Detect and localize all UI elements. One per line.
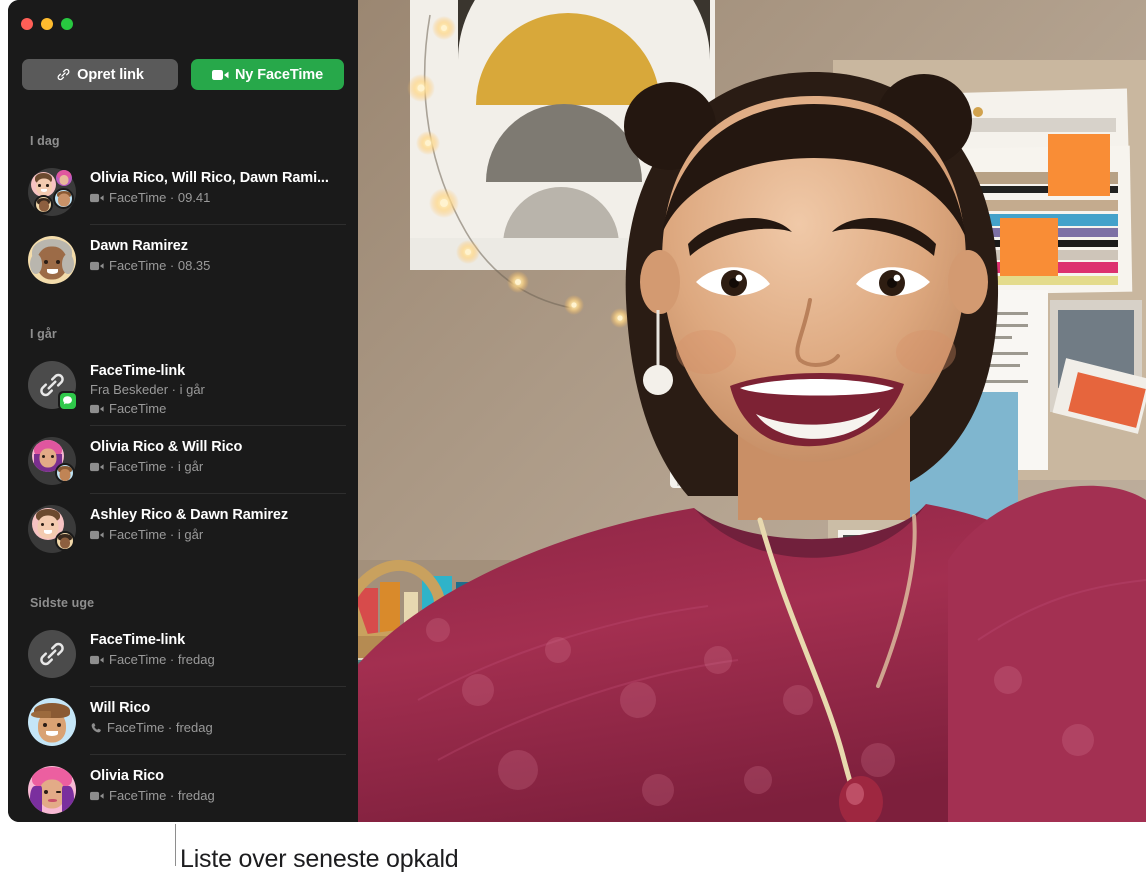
sidebar-toolbar: Opret link Ny FaceTime (22, 59, 344, 90)
memoji-dawn-avatar (28, 236, 76, 284)
list-item[interactable]: FaceTime-link Fra Beskeder · i går FaceT… (8, 350, 358, 426)
section-header-yesterday: I går (30, 327, 57, 341)
callout-label: Liste over seneste opkald (180, 845, 459, 873)
avatar (28, 698, 76, 746)
list-item[interactable]: Will Rico FaceTime · fredag (8, 687, 358, 755)
list-item-text: Will Rico FaceTime · fredag (90, 696, 358, 736)
list-item-title: FaceTime-link (90, 632, 186, 648)
list-item-subtitle: FaceTime · 09.41 (90, 189, 358, 206)
link-icon (56, 67, 71, 82)
video-camera-icon (90, 530, 104, 540)
list-item-source: Fra Beskeder · i går (90, 382, 205, 397)
zoom-button[interactable] (61, 18, 73, 30)
list-item-subtitle: FaceTime · fredag (90, 651, 358, 668)
avatar (28, 437, 76, 485)
list-item-subtitle-text: FaceTime · i går (109, 527, 204, 542)
list-item-text: Dawn Ramirez FaceTime · 08.35 (90, 234, 358, 274)
sidebar: Opret link Ny FaceTime I dag Olivia Rico… (8, 0, 358, 822)
list-item[interactable]: Olivia Rico, Will Rico, Dawn Rami... Fac… (8, 157, 358, 225)
video-camera-icon (90, 791, 104, 801)
list-item[interactable]: Olivia Rico & Will Rico FaceTime · i går (8, 426, 358, 494)
screenshot-root: Opret link Ny FaceTime I dag Olivia Rico… (0, 0, 1146, 888)
minimize-button[interactable] (41, 18, 53, 30)
avatar (28, 766, 76, 814)
pair-olivia-will-avatar (28, 437, 76, 485)
avatar (28, 361, 77, 410)
pair-ashley-dawn-avatar (28, 505, 76, 553)
list-item-text: Olivia Rico, Will Rico, Dawn Rami... Fac… (90, 166, 358, 206)
list-item-subtitle: FaceTime · i går (90, 526, 358, 543)
create-link-label: Opret link (77, 66, 144, 83)
list-item-subtitle: FaceTime · fredag (90, 787, 358, 804)
new-facetime-button[interactable]: Ny FaceTime (191, 59, 344, 90)
list-item[interactable]: FaceTime-link FaceTime · fredag (8, 619, 358, 687)
list-item-title: Olivia Rico (90, 768, 164, 784)
section-header-today: I dag (30, 134, 60, 148)
video-camera-icon (90, 404, 104, 414)
list-item-subtitle-text: FaceTime · fredag (107, 720, 213, 735)
facetime-video-feed[interactable] (358, 0, 1146, 822)
video-frame (358, 0, 1146, 822)
messages-icon (59, 392, 76, 409)
list-item-title: Olivia Rico, Will Rico, Dawn Rami... (90, 170, 329, 186)
close-button[interactable] (21, 18, 33, 30)
list-item-title: Olivia Rico & Will Rico (90, 439, 243, 455)
video-camera-icon (90, 462, 104, 472)
list-item-text: FaceTime-link FaceTime · fredag (90, 628, 358, 668)
list-item-subtitle-text: FaceTime · fredag (109, 652, 215, 667)
section-header-last-week: Sidste uge (30, 596, 95, 610)
list-item-subtitle-text: FaceTime · 09.41 (109, 190, 211, 205)
avatar (28, 505, 76, 553)
list-item-subtitle: FaceTime (90, 400, 358, 417)
list-item-text: Ashley Rico & Dawn Ramirez FaceTime · i … (90, 503, 358, 543)
list-item-subtitle-text: FaceTime · fredag (109, 788, 215, 803)
avatar (28, 236, 76, 284)
video-camera-icon (90, 655, 104, 665)
memoji-olivia-avatar (28, 766, 76, 814)
list-item-text: Olivia Rico & Will Rico FaceTime · i går (90, 435, 358, 475)
video-camera-icon (90, 261, 104, 271)
avatar (28, 630, 76, 678)
callout-leader-line (175, 824, 176, 866)
video-camera-icon (90, 193, 104, 203)
list-item[interactable]: Olivia Rico FaceTime · fredag (8, 755, 358, 822)
list-item-subtitle-text: FaceTime · i går (109, 459, 204, 474)
list-item-text: FaceTime-link Fra Beskeder · i går FaceT… (90, 359, 358, 417)
list-item[interactable]: Ashley Rico & Dawn Ramirez FaceTime · i … (8, 494, 358, 562)
list-item-title: Dawn Ramirez (90, 238, 188, 254)
avatar (28, 168, 76, 216)
list-item-subtitle-text: FaceTime · 08.35 (109, 258, 211, 273)
list-item-subtitle: FaceTime · i går (90, 458, 358, 475)
new-facetime-label: Ny FaceTime (234, 66, 324, 83)
link-icon (28, 630, 76, 678)
recent-calls-list[interactable]: I dag Olivia Rico, Will Rico, Dawn Rami.… (8, 126, 358, 822)
list-item-text: Olivia Rico FaceTime · fredag (90, 764, 358, 804)
list-item-title: Ashley Rico & Dawn Ramirez (90, 507, 289, 523)
list-item-title: FaceTime-link (90, 363, 186, 379)
facetime-window: Opret link Ny FaceTime I dag Olivia Rico… (8, 0, 1146, 822)
create-link-button[interactable]: Opret link (22, 59, 178, 90)
phone-icon (90, 722, 102, 734)
video-camera-icon (211, 69, 229, 81)
list-item-title: Will Rico (90, 700, 151, 716)
list-item-subtitle: FaceTime · 08.35 (90, 257, 358, 274)
list-item-subtitle: FaceTime · fredag (90, 719, 358, 736)
group-memoji-avatar (28, 168, 76, 216)
memoji-will-avatar (28, 698, 76, 746)
list-item-subtitle-text: FaceTime (109, 401, 167, 416)
messages-badge (58, 391, 77, 410)
window-controls (21, 18, 73, 30)
list-item[interactable]: Dawn Ramirez FaceTime · 08.35 (8, 225, 358, 293)
